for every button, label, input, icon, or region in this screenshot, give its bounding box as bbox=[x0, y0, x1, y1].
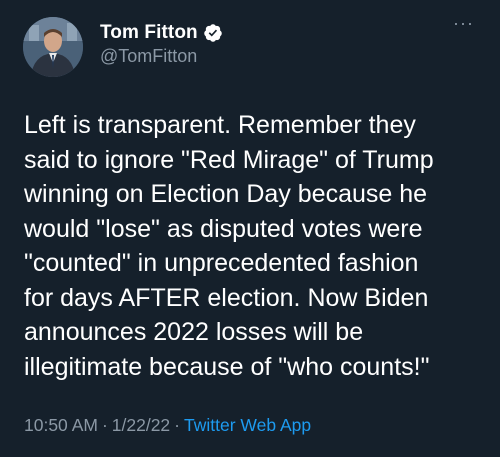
tweet-time[interactable]: 10:50 AM bbox=[24, 415, 98, 435]
meta-separator-2: · bbox=[174, 415, 180, 435]
avatar[interactable] bbox=[23, 17, 83, 77]
tweet-date[interactable]: 1/22/22 bbox=[112, 415, 170, 435]
author-display-name[interactable]: Tom Fitton bbox=[100, 22, 198, 44]
tweet-source-link[interactable]: Twitter Web App bbox=[184, 415, 311, 435]
profile-photo-icon bbox=[23, 17, 83, 77]
tweet-meta: 10:50 AM · 1/22/22 · Twitter Web App bbox=[24, 415, 311, 436]
verified-badge-icon bbox=[203, 23, 223, 43]
tweet-card: Tom Fitton @TomFitton ··· Left is transp… bbox=[0, 0, 500, 457]
meta-separator: · bbox=[101, 415, 108, 435]
more-options-icon[interactable]: ··· bbox=[453, 14, 474, 32]
author-handle[interactable]: @TomFitton bbox=[100, 46, 197, 67]
author-name-row[interactable]: Tom Fitton bbox=[100, 21, 223, 45]
tweet-text: Left is transparent. Remember they said … bbox=[24, 111, 434, 381]
